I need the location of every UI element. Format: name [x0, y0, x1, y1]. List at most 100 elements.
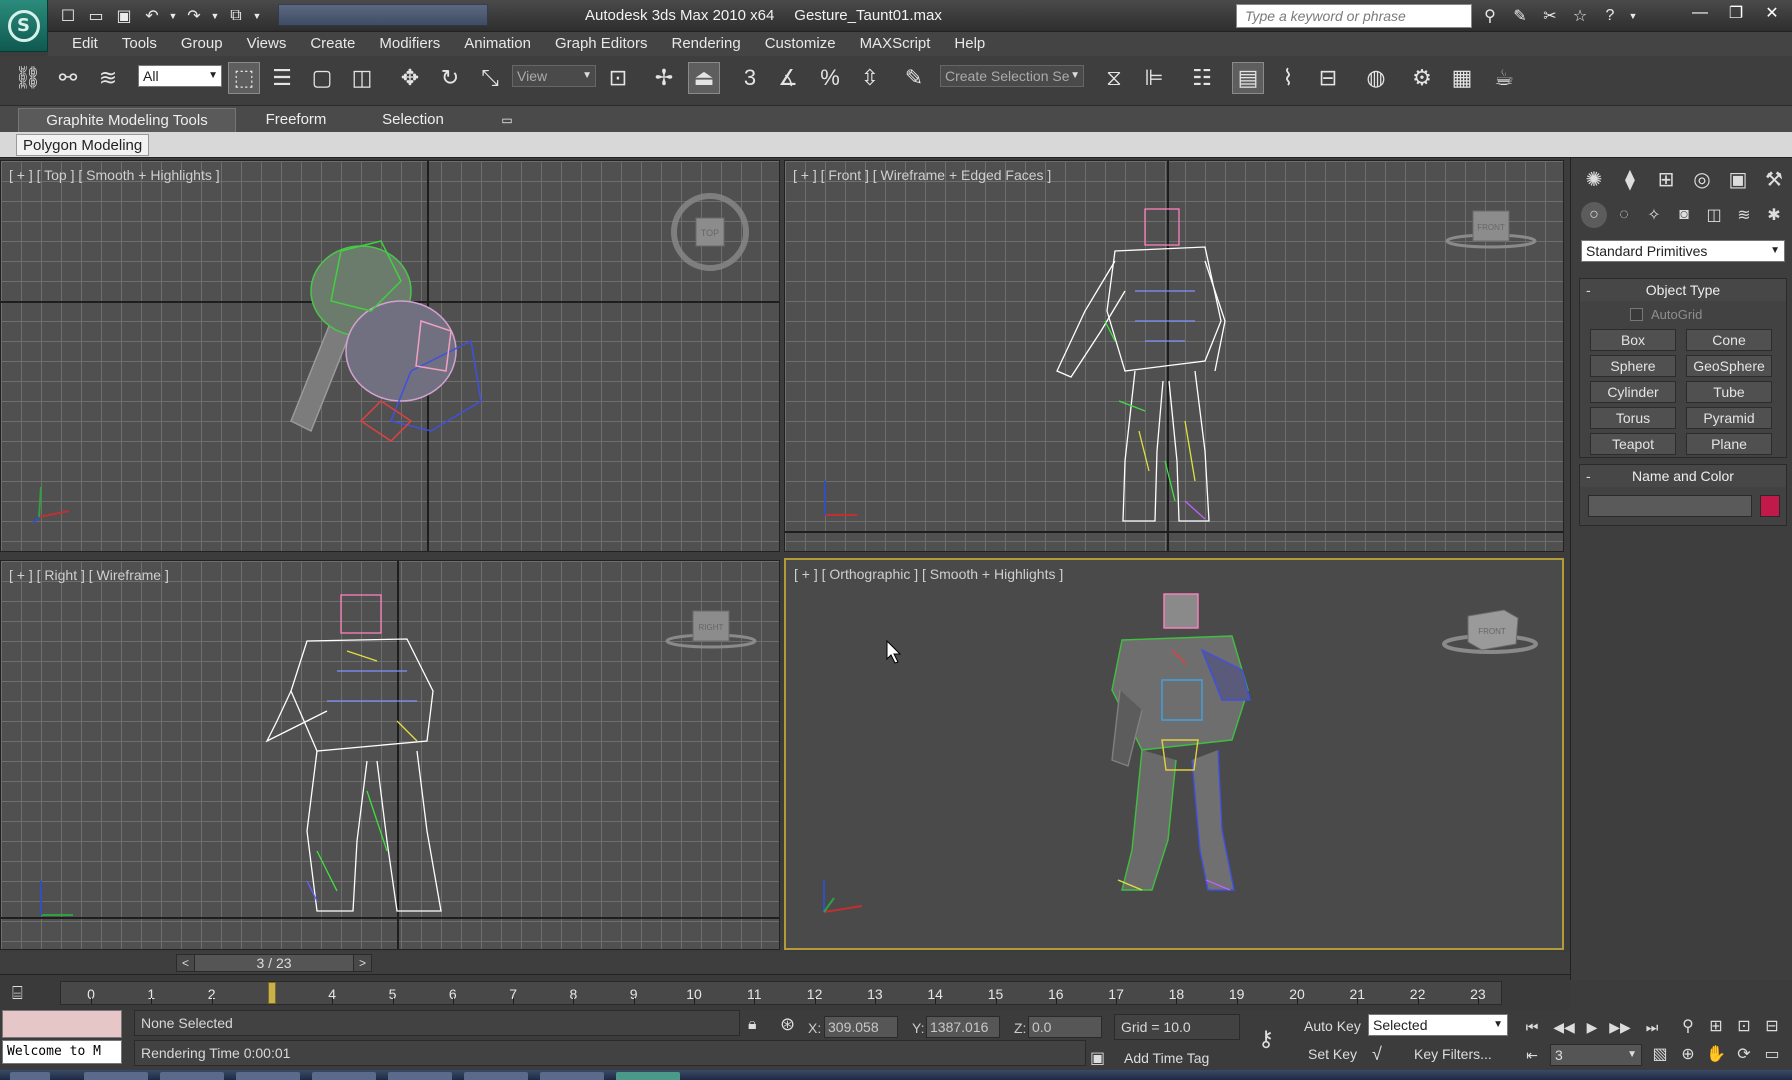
minimize-icon[interactable]: —	[1686, 2, 1714, 24]
set-key-button[interactable]: Set Key	[1308, 1046, 1357, 1062]
taskbar-item[interactable]	[312, 1072, 376, 1080]
qat-dropdown-icon[interactable]: ▼	[252, 4, 262, 28]
time-slider[interactable]: < 3 / 23 >	[176, 954, 372, 972]
teapot-button[interactable]: Teapot	[1590, 433, 1676, 455]
current-time-marker[interactable]	[267, 982, 276, 1004]
add-time-tag-button[interactable]: Add Time Tag	[1124, 1050, 1209, 1066]
next-frame-icon[interactable]: ▶▶	[1608, 1016, 1632, 1038]
geometry-icon[interactable]: ○	[1581, 202, 1607, 228]
binoculars-icon[interactable]: ⚲	[1478, 4, 1502, 28]
taskbar-item[interactable]	[616, 1072, 680, 1080]
tube-button[interactable]: Tube	[1686, 381, 1772, 403]
shapes-icon[interactable]: ◌	[1611, 202, 1637, 228]
select-and-manipulate-icon[interactable]: ✢	[648, 62, 680, 94]
viewcube-orthographic[interactable]: FRONT	[1438, 604, 1542, 660]
menu-modifiers[interactable]: Modifiers	[367, 32, 452, 56]
viewport-label-front[interactable]: [ + ] [ Front ] [ Wireframe + Edged Face…	[793, 167, 1051, 183]
redo-dropdown-icon[interactable]: ▼	[210, 4, 220, 28]
curve-editor-icon[interactable]: ⌇	[1272, 62, 1304, 94]
tab-freeform[interactable]: Freeform	[250, 108, 342, 132]
rectangular-selection-icon[interactable]: ▢	[306, 62, 338, 94]
plane-button[interactable]: Plane	[1686, 433, 1772, 455]
default-in-out-tangents-icon[interactable]: √	[1372, 1044, 1382, 1065]
character-model-top[interactable]	[271, 221, 511, 481]
mirror-icon[interactable]: ⧖	[1098, 62, 1130, 94]
schematic-view-icon[interactable]: ⊟	[1312, 62, 1344, 94]
project-folder-icon[interactable]: ⧉	[224, 4, 248, 28]
helpers-icon[interactable]: ◫	[1701, 202, 1727, 228]
select-and-move-icon[interactable]: ✥	[394, 62, 426, 94]
key-mode-dropdown[interactable]: Selected	[1368, 1014, 1508, 1036]
object-name-input[interactable]	[1588, 495, 1752, 517]
render-setup-icon[interactable]: ⚙	[1406, 62, 1438, 94]
taskbar-item[interactable]	[160, 1072, 224, 1080]
keyboard-shortcut-override-icon[interactable]: ⏏	[688, 62, 720, 94]
zoom-all-icon[interactable]: ⊞	[1704, 1014, 1728, 1038]
viewcube-front[interactable]: FRONT	[1441, 205, 1541, 255]
menu-create[interactable]: Create	[298, 32, 367, 56]
y-coordinate-input[interactable]: 1387.016	[926, 1016, 1000, 1038]
pan-view-icon[interactable]: ✋	[1704, 1042, 1728, 1066]
align-icon[interactable]: ⊫	[1138, 62, 1170, 94]
menu-views[interactable]: Views	[235, 32, 299, 56]
viewcube-top[interactable]: TOP	[663, 185, 757, 279]
name-and-color-title[interactable]: Name and Color	[1580, 465, 1786, 487]
tab-selection[interactable]: Selection	[368, 108, 458, 132]
undo-icon[interactable]: ↶	[140, 4, 164, 28]
viewport-right[interactable]: [ + ] [ Right ] [ Wireframe ] RIGHT	[0, 560, 780, 950]
close-icon[interactable]: ✕	[1758, 2, 1786, 24]
character-model-right[interactable]	[257, 591, 487, 931]
redo-icon[interactable]: ↷	[182, 4, 206, 28]
menu-edit[interactable]: Edit	[60, 32, 110, 56]
render-production-icon[interactable]: ☕	[1488, 62, 1520, 94]
maxscript-mini-listener[interactable]: Welcome to M	[2, 1040, 122, 1064]
set-key-mode-icon[interactable]: ⚷	[1258, 1026, 1274, 1052]
go-to-end-icon[interactable]: ⏭	[1640, 1016, 1664, 1038]
play-icon[interactable]: ▶	[1580, 1016, 1604, 1038]
menu-help[interactable]: Help	[942, 32, 997, 56]
window-crossing-icon[interactable]: ◫	[346, 62, 378, 94]
spinner-snap-icon[interactable]: ⇳	[854, 62, 886, 94]
communication-icon[interactable]: ✂	[1538, 4, 1562, 28]
select-by-name-icon[interactable]: ☰	[266, 62, 298, 94]
track-bar-area[interactable]: 01234567891011121314151617181920212223	[60, 981, 1502, 1005]
current-frame-input[interactable]: 3	[1550, 1044, 1642, 1066]
menu-tools[interactable]: Tools	[110, 32, 169, 56]
taskbar-item[interactable]	[540, 1072, 604, 1080]
object-color-swatch[interactable]	[1760, 495, 1780, 517]
systems-icon[interactable]: ✱	[1761, 202, 1787, 228]
reference-coordinate-dropdown[interactable]: View	[512, 65, 596, 87]
time-slider-next-icon[interactable]: >	[353, 955, 371, 971]
modify-panel-icon[interactable]: ⧫	[1615, 164, 1645, 194]
field-of-view-icon[interactable]: ▧	[1648, 1042, 1672, 1066]
help-dropdown-icon[interactable]: ▼	[1628, 4, 1638, 28]
previous-frame-icon[interactable]: ◀◀	[1552, 1016, 1576, 1038]
selection-lock-icon[interactable]: 🔒︎	[748, 1016, 757, 1034]
taskbar-item[interactable]	[10, 1072, 50, 1080]
taskbar-item[interactable]	[236, 1072, 300, 1080]
taskbar-item[interactable]	[464, 1072, 528, 1080]
edit-named-selection-icon[interactable]: ✎	[898, 62, 930, 94]
hierarchy-panel-icon[interactable]: ⊞	[1651, 164, 1681, 194]
viewport-label-orthographic[interactable]: [ + ] [ Orthographic ] [ Smooth + Highli…	[794, 566, 1063, 582]
taskbar-item[interactable]	[84, 1072, 148, 1080]
torus-button[interactable]: Torus	[1590, 407, 1676, 429]
maxscript-listener-output[interactable]	[2, 1010, 122, 1038]
favorites-star-icon[interactable]: ☆	[1568, 4, 1592, 28]
viewport-top[interactable]: [ + ] [ Top ] [ Smooth + Highlights ] TO…	[0, 160, 780, 552]
selection-filter-dropdown[interactable]: All	[138, 65, 222, 87]
autogrid-check[interactable]	[1630, 308, 1643, 321]
named-selection-dropdown[interactable]: Create Selection Se	[940, 65, 1084, 87]
autogrid-checkbox[interactable]: AutoGrid	[1630, 307, 1702, 322]
viewcube-right[interactable]: RIGHT	[661, 605, 761, 655]
new-file-icon[interactable]: ☐	[56, 4, 80, 28]
polygon-modeling-panel[interactable]: Polygon Modeling	[16, 134, 150, 156]
search-input[interactable]: Type a keyword or phrase	[1236, 4, 1472, 28]
maximize-viewport-icon[interactable]: ▭	[1760, 1042, 1784, 1066]
bind-to-space-warp-icon[interactable]: ≋	[92, 62, 124, 94]
graphite-modeling-toggle-icon[interactable]: ▤	[1232, 62, 1264, 94]
curve-editor-mini-icon[interactable]: ⌸	[12, 983, 38, 1003]
viewport-orthographic[interactable]: [ + ] [ Orthographic ] [ Smooth + Highli…	[784, 558, 1564, 950]
cameras-icon[interactable]: ◙	[1671, 202, 1697, 228]
zoom-extents-icon[interactable]: ⊡	[1732, 1014, 1756, 1038]
